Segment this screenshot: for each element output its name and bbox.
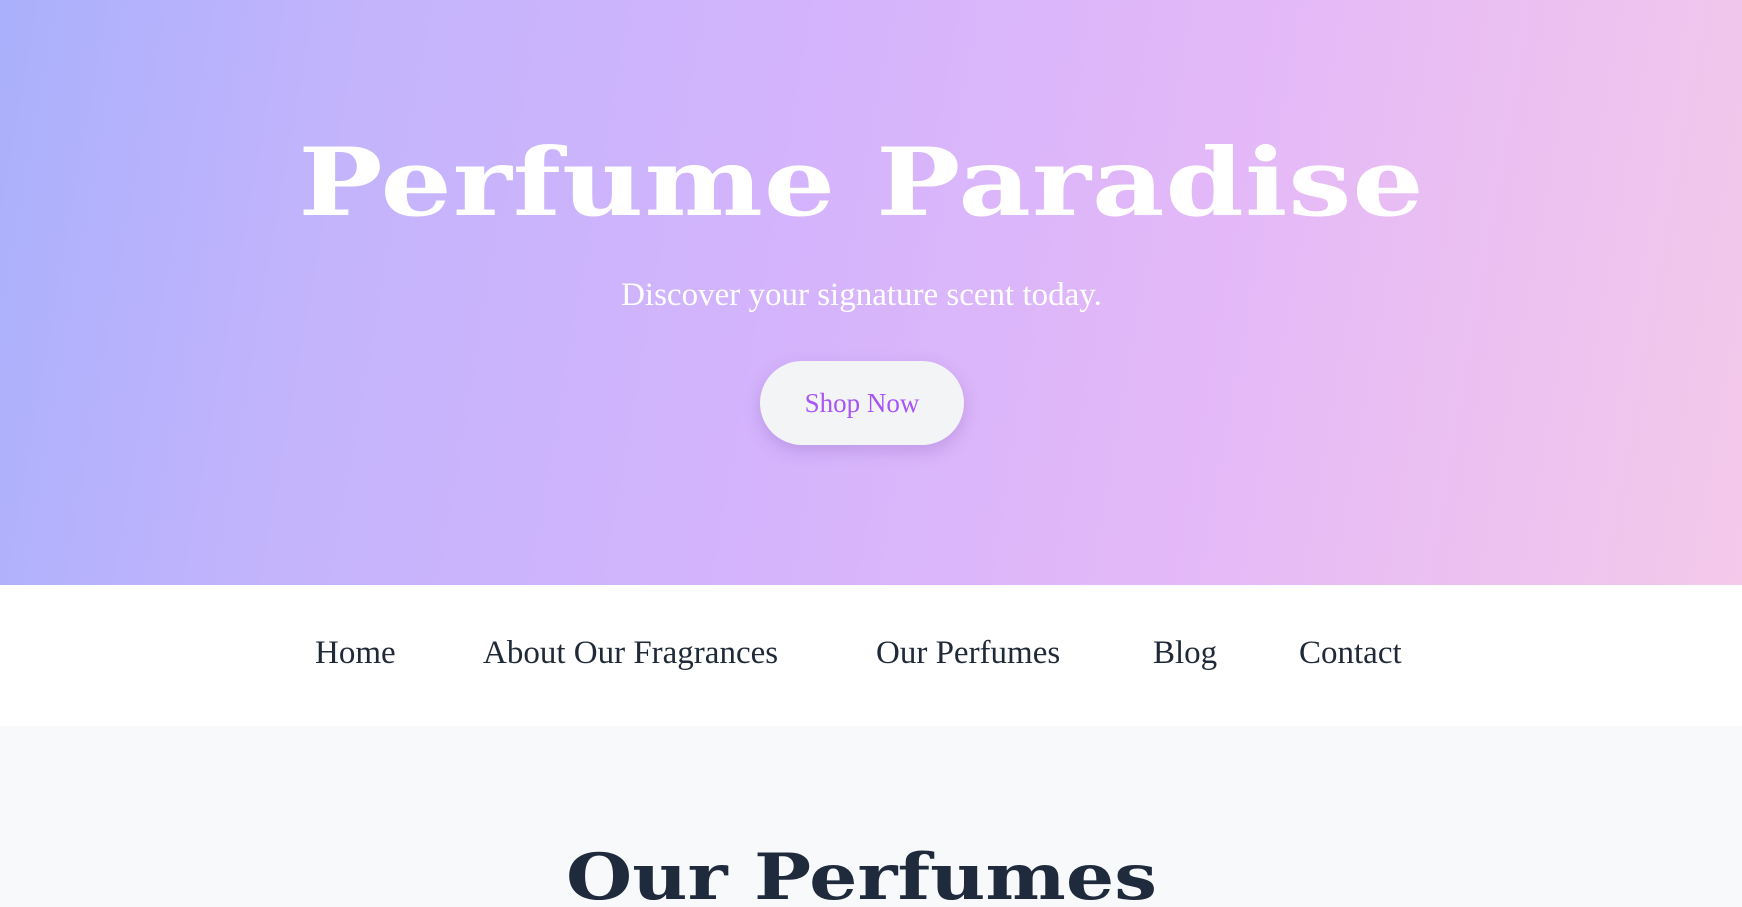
hero-subtitle: Discover your signature scent today. xyxy=(621,277,1102,313)
nav-item-blog[interactable]: Blog xyxy=(1153,633,1217,673)
hero-banner: Perfume Paradise Discover your signature… xyxy=(0,0,1742,585)
nav-item-contact[interactable]: Contact xyxy=(1299,633,1402,673)
main-navigation: Home About Our Fragrances Our Perfumes B… xyxy=(0,585,1742,726)
shop-now-button[interactable]: Shop Now xyxy=(760,361,964,445)
nav-item-home[interactable]: Home xyxy=(315,633,396,673)
hero-title: Perfume Paradise xyxy=(298,127,1425,238)
our-perfumes-section: Our Perfumes xyxy=(0,726,1742,907)
nav-item-our-perfumes[interactable]: Our Perfumes xyxy=(876,633,1060,673)
section-title: Our Perfumes xyxy=(566,839,1157,907)
nav-item-about-our-fragrances[interactable]: About Our Fragrances xyxy=(483,633,778,673)
